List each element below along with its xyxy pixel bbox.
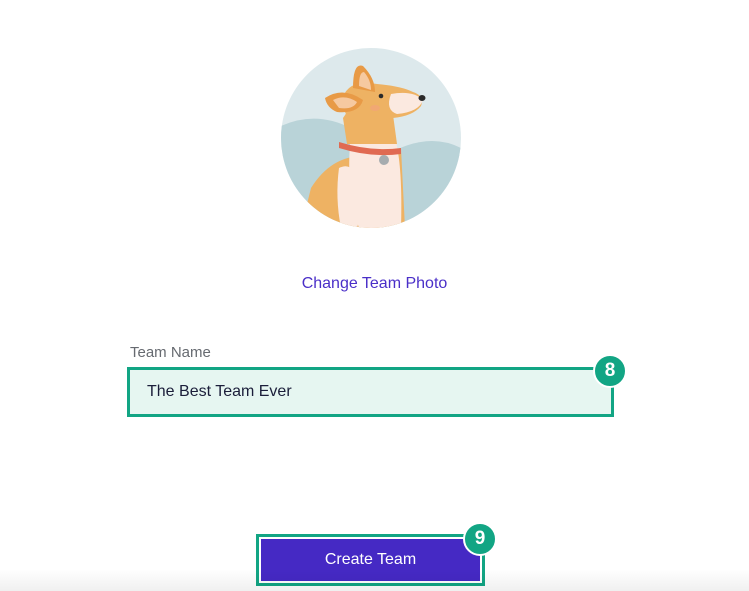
team-name-input[interactable]: [130, 370, 611, 414]
team-name-label: Team Name: [130, 344, 211, 361]
team-photo-avatar[interactable]: [281, 48, 461, 228]
change-team-photo-link[interactable]: Change Team Photo: [0, 275, 749, 293]
corgi-illustration: [281, 48, 461, 228]
team-name-field-wrapper: [127, 367, 614, 417]
bottom-shadow: [0, 569, 749, 591]
step-marker-9: 9: [463, 522, 497, 556]
step-marker-8: 8: [593, 354, 627, 388]
create-team-page: Change Team Photo Team Name 8 Create Tea…: [0, 0, 749, 591]
